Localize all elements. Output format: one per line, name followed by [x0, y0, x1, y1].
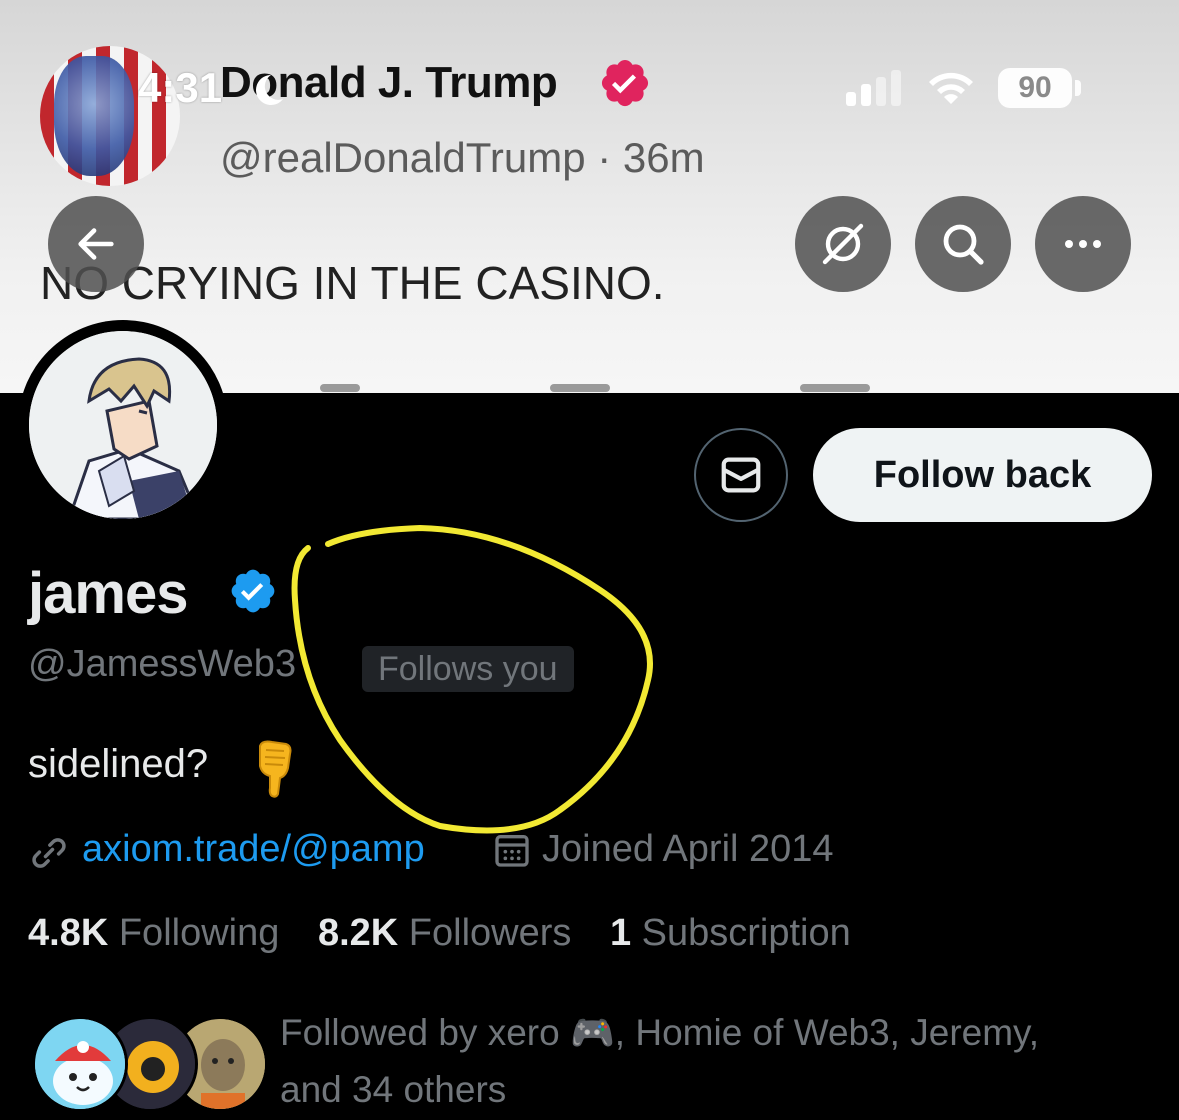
- banner-post-author-handle: @realDonaldTrump · 36m: [220, 134, 705, 181]
- profile-joined-date: Joined April 2014: [542, 828, 834, 870]
- message-button[interactable]: [694, 428, 788, 522]
- battery-indicator: 90: [998, 68, 1072, 108]
- message-icon: [721, 457, 761, 493]
- profile-display-name: james: [28, 561, 188, 626]
- battery-tip: [1075, 80, 1081, 96]
- banner-post-action-row: [300, 378, 1000, 393]
- followers-count: 8.2K: [317, 912, 399, 954]
- banner-verified-icon: [601, 59, 649, 107]
- followed-by-prefix: Followed by xero: [280, 1012, 560, 1053]
- following-stat[interactable]: 4.8K Following: [28, 912, 279, 955]
- search-button[interactable]: [915, 196, 1011, 292]
- profile-handle: @JamessWeb3: [28, 643, 297, 685]
- profile-meta-row: axiom.trade/@pamp Joined April 2014: [28, 826, 1128, 876]
- link-icon: [32, 838, 66, 868]
- following-count: 4.8K: [28, 912, 109, 954]
- profile-stats: 4.8K Following 8.2K Followers 1 Subscrip…: [28, 912, 879, 955]
- more-button[interactable]: [1035, 196, 1131, 292]
- followers-stat[interactable]: 8.2K Followers: [318, 912, 571, 955]
- follows-you-badge: Follows you: [362, 646, 574, 692]
- profile-bio: sidelined?: [28, 742, 209, 786]
- profile-avatar-image: [29, 331, 217, 519]
- game-controller-icon: 🎮: [569, 1012, 615, 1053]
- profile-avatar[interactable]: [18, 320, 228, 530]
- follow-back-button[interactable]: Follow back: [813, 428, 1152, 522]
- back-arrow-icon: [78, 228, 114, 260]
- followed-by-others: and 34 others: [280, 1069, 507, 1110]
- followed-by-avatars[interactable]: [32, 1016, 268, 1116]
- grok-icon: [822, 223, 864, 265]
- subscription-count: 1: [609, 912, 632, 954]
- calendar-icon: [495, 835, 529, 867]
- followers-label: Followers: [408, 912, 572, 954]
- focus-moon-icon: [256, 75, 283, 105]
- profile-website-link[interactable]: axiom.trade/@pamp: [82, 828, 425, 871]
- subscription-stat[interactable]: 1 Subscription: [610, 912, 851, 955]
- status-bar-time: 4:31: [138, 64, 223, 111]
- pointing-down-emoji-icon: [259, 740, 292, 798]
- search-icon: [943, 224, 984, 265]
- followed-by-text[interactable]: Followed by xero 🎮, Homie of Web3, Jerem…: [280, 1004, 1140, 1118]
- subscription-label: Subscription: [641, 912, 851, 954]
- followed-by-rest: , Homie of Web3, Jeremy,: [614, 1012, 1040, 1053]
- verified-badge-icon[interactable]: [228, 566, 278, 616]
- grok-button[interactable]: [795, 196, 891, 292]
- wifi-icon: [929, 72, 973, 104]
- cellular-signal-icon: [846, 70, 901, 106]
- back-button[interactable]: [48, 196, 144, 292]
- more-icon: [1065, 240, 1101, 248]
- following-label: Following: [118, 912, 280, 954]
- follower-avatar-1: [32, 1016, 128, 1112]
